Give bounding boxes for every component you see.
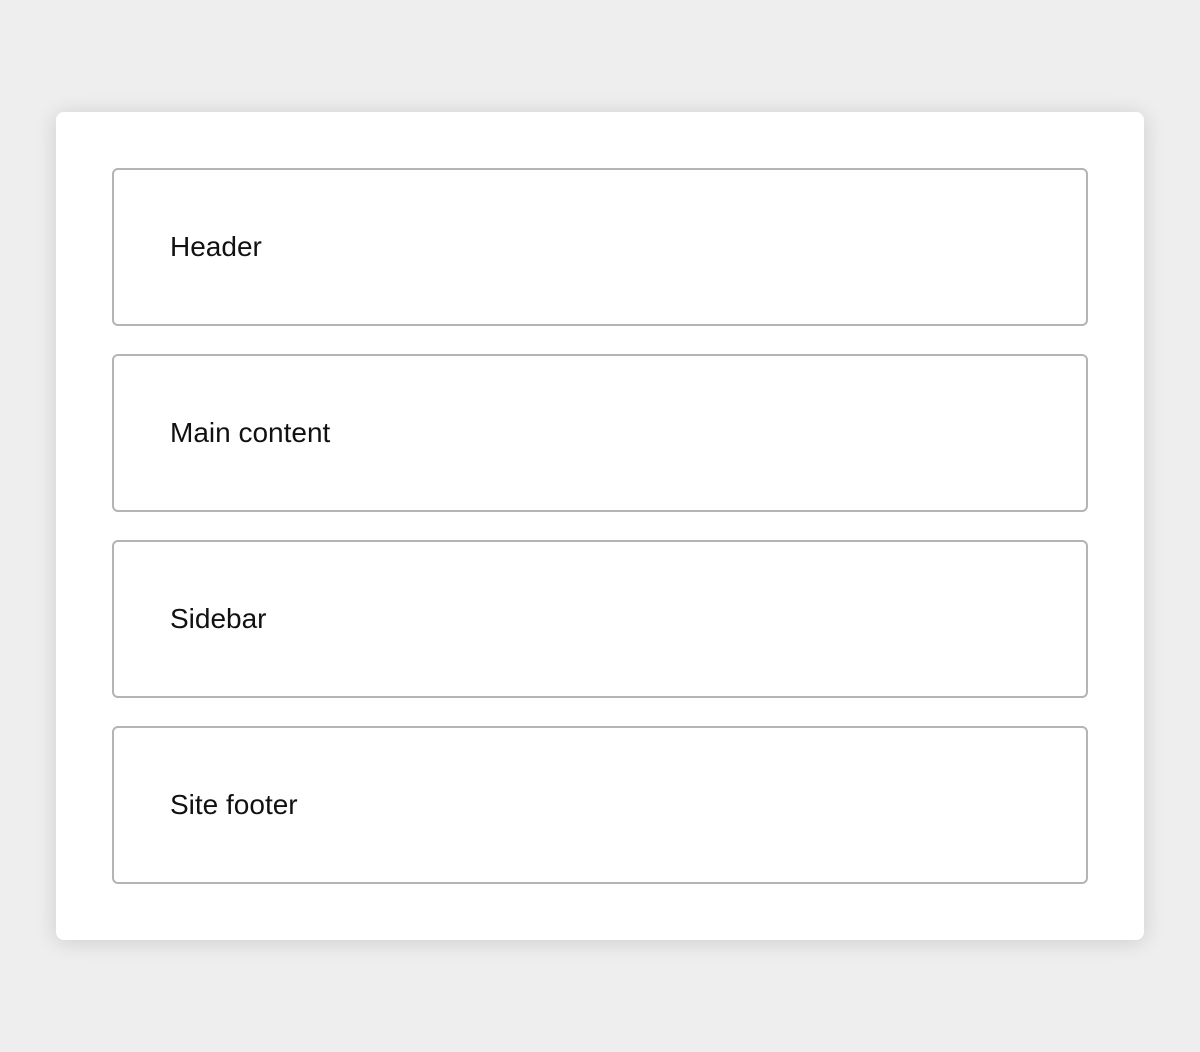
site-footer-block-label: Site footer xyxy=(170,789,298,820)
site-footer-block: Site footer xyxy=(112,726,1088,884)
layout-card: Header Main content Sidebar Site footer xyxy=(56,112,1144,940)
header-block: Header xyxy=(112,168,1088,326)
header-block-label: Header xyxy=(170,231,262,262)
layout-block-list: Header Main content Sidebar Site footer xyxy=(112,168,1088,884)
sidebar-block-label: Sidebar xyxy=(170,603,267,634)
sidebar-block: Sidebar xyxy=(112,540,1088,698)
main-content-block-label: Main content xyxy=(170,417,331,448)
main-content-block: Main content xyxy=(112,354,1088,512)
